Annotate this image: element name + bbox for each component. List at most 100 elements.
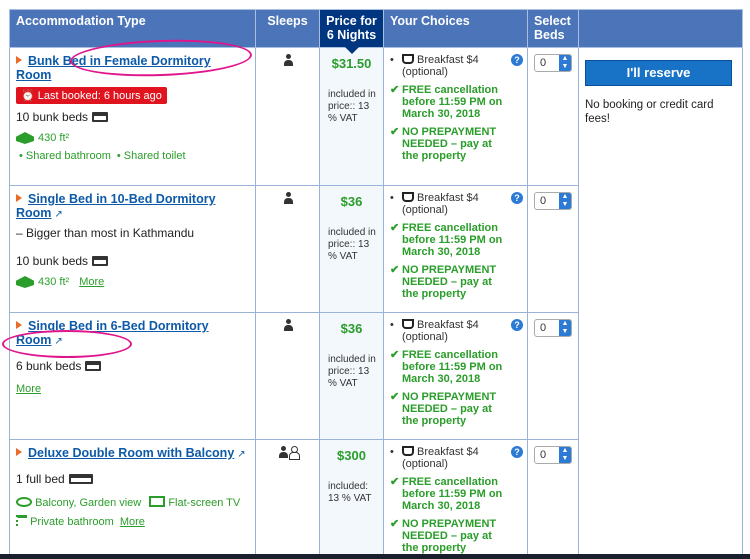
coffee-icon (402, 446, 414, 456)
price-value: $300 (337, 448, 366, 463)
size-icon (16, 276, 34, 288)
check-icon: ✔ (390, 476, 400, 488)
help-icon[interactable]: ? (511, 192, 523, 204)
optional-text: (optional) (402, 66, 448, 78)
cancel-text: FREE cancellation before 11:59 PM on Mar… (402, 349, 503, 385)
facilities: Balcony, Garden view Flat-screen TV (16, 496, 249, 509)
external-link-icon[interactable]: ↗ (237, 449, 245, 460)
price-cell: $36 included in price:: 13 % VAT (319, 312, 384, 440)
sleeps-cell (255, 312, 320, 440)
price-value: $36 (340, 321, 363, 336)
badge-text: Last booked: 6 hours ago (37, 90, 162, 102)
cancel-text: FREE cancellation before 11:59 PM on Mar… (402, 222, 503, 258)
table-row: Bunk Bed in Female Dormitory Room ⏰ Last… (9, 47, 743, 559)
check-icon: ✔ (390, 349, 400, 361)
select-arrows-icon: ▲ ▼ (559, 320, 571, 336)
select-cell: 0 ▲ ▼ (527, 185, 579, 313)
cancel-text: FREE cancellation before 11:59 PM on Mar… (402, 476, 503, 512)
check-icon: ✔ (390, 391, 400, 403)
no-fees-note: No booking or credit card fees! (585, 99, 714, 125)
external-link-icon[interactable]: ↗ (54, 209, 62, 220)
beds-select[interactable]: 0 ▲ ▼ (534, 192, 572, 210)
page: { "headers": { "accommodation": "Accommo… (0, 0, 750, 559)
beds: 10 bunk beds (16, 110, 249, 124)
facilities: Private bathroom More (16, 515, 249, 528)
price-cell: $300 included: 13 % VAT (319, 439, 384, 559)
arrow-icon (16, 56, 22, 64)
select-cell: 0 ▲ ▼ (527, 312, 579, 440)
room-link[interactable]: Single Bed in 6-Bed Dormitory Room (16, 319, 209, 347)
sleeps-cell (255, 185, 320, 313)
room-link[interactable]: Single Bed in 10-Bed Dormitory Room (16, 192, 216, 220)
reserve-cell: I'll reserve No booking or credit card f… (578, 47, 743, 559)
select-cell: 0 ▲ ▼ (527, 439, 579, 559)
check-icon: ✔ (390, 84, 400, 96)
prepay-text: NO PREPAYMENT NEEDED – pay at the proper… (402, 518, 497, 554)
help-icon[interactable]: ? (511, 446, 523, 458)
more-link[interactable]: More (16, 383, 41, 395)
beds-text: 1 full bed (16, 472, 65, 486)
beds-text: 10 bunk beds (16, 254, 89, 268)
double-bed-icon (68, 474, 93, 484)
room-link[interactable]: Bunk Bed in Female Dormitory Room (16, 54, 211, 82)
more-link[interactable]: More (79, 276, 104, 288)
arrow-icon (16, 194, 22, 202)
header-price: Price for 6 Nights (319, 9, 384, 55)
facilities: • Shared bathroom • Shared toilet (19, 150, 186, 162)
facility-item: Private bathroom (30, 516, 114, 528)
facility-item: Flat-screen TV (168, 497, 241, 509)
header-select: Select Beds (527, 9, 579, 48)
facility-item: Balcony, Garden view (35, 497, 142, 509)
beds-text: 6 bunk beds (16, 359, 82, 373)
room-info: Single Bed in 10-Bed Dormitory Room ↗ – B… (9, 185, 256, 313)
room-size: 430 ft² (16, 132, 249, 144)
external-link-icon[interactable]: ↗ (54, 336, 62, 347)
reserve-button[interactable]: I'll reserve (585, 60, 732, 86)
room-link[interactable]: Deluxe Double Room with Balcony (28, 446, 234, 460)
last-booked-badge: ⏰ Last booked: 6 hours ago (16, 87, 167, 104)
price-value: $31.50 (331, 56, 372, 71)
person-icon (283, 54, 293, 66)
optional-text: (optional) (402, 331, 448, 343)
help-icon[interactable]: ? (511, 319, 523, 331)
person-outline-icon (288, 446, 300, 460)
select-arrows-icon: ▲ ▼ (559, 193, 571, 209)
price-cell: $31.50 included in price:: 13 % VAT (319, 47, 384, 186)
price-note: included in price:: 13 % VAT (328, 89, 376, 124)
prepay-text: NO PREPAYMENT NEEDED – pay at the proper… (402, 126, 497, 162)
beds: 1 full bed (16, 472, 249, 486)
person-icon (283, 192, 293, 204)
beds-select[interactable]: 0 ▲ ▼ (534, 446, 572, 464)
beds-select[interactable]: 0 ▲ ▼ (534, 54, 572, 72)
breakfast-text: Breakfast $4 (417, 54, 479, 66)
sleeps-cell (255, 47, 320, 186)
facility-item: Shared toilet (123, 150, 186, 162)
choices-cell: ? • Breakfast $4 (optional) ✔ FREE cancella… (383, 439, 528, 559)
header-accommodation: Accommodation Type (9, 9, 256, 48)
choices-cell: ? • Breakfast $4 (optional) ✔ FREE cancella… (383, 185, 528, 313)
select-cell: 0 ▲ ▼ (527, 47, 579, 186)
bed-icon (92, 112, 109, 122)
optional-text: (optional) (402, 204, 448, 216)
header-empty (578, 9, 743, 48)
price-value: $36 (340, 194, 363, 209)
person-icon (283, 319, 293, 331)
beds: 10 bunk beds (16, 254, 249, 268)
select-arrows-icon: ▲ ▼ (559, 55, 571, 71)
bed-icon (92, 256, 109, 266)
room-size: 430 ft² More (16, 276, 249, 288)
eye-icon (16, 497, 32, 507)
more-link[interactable]: More (120, 516, 145, 528)
room-table: Accommodation Type Sleeps Price for 6 Ni… (9, 9, 743, 559)
breakfast-text: Breakfast $4 (417, 319, 479, 331)
beds-select[interactable]: 0 ▲ ▼ (534, 319, 572, 337)
choices-cell: ? • Breakfast $4 (optional) ✔ FREE cancella… (383, 312, 528, 440)
person-icon (278, 446, 288, 458)
size-text: 430 ft² (38, 132, 70, 144)
check-icon: ✔ (390, 264, 400, 276)
prepay-text: NO PREPAYMENT NEEDED – pay at the proper… (402, 391, 497, 427)
size-text: 430 ft² (38, 276, 70, 288)
header-choices: Your Choices (383, 9, 528, 48)
cancel-text: FREE cancellation before 11:59 PM on Mar… (402, 84, 503, 120)
help-icon[interactable]: ? (511, 54, 523, 66)
